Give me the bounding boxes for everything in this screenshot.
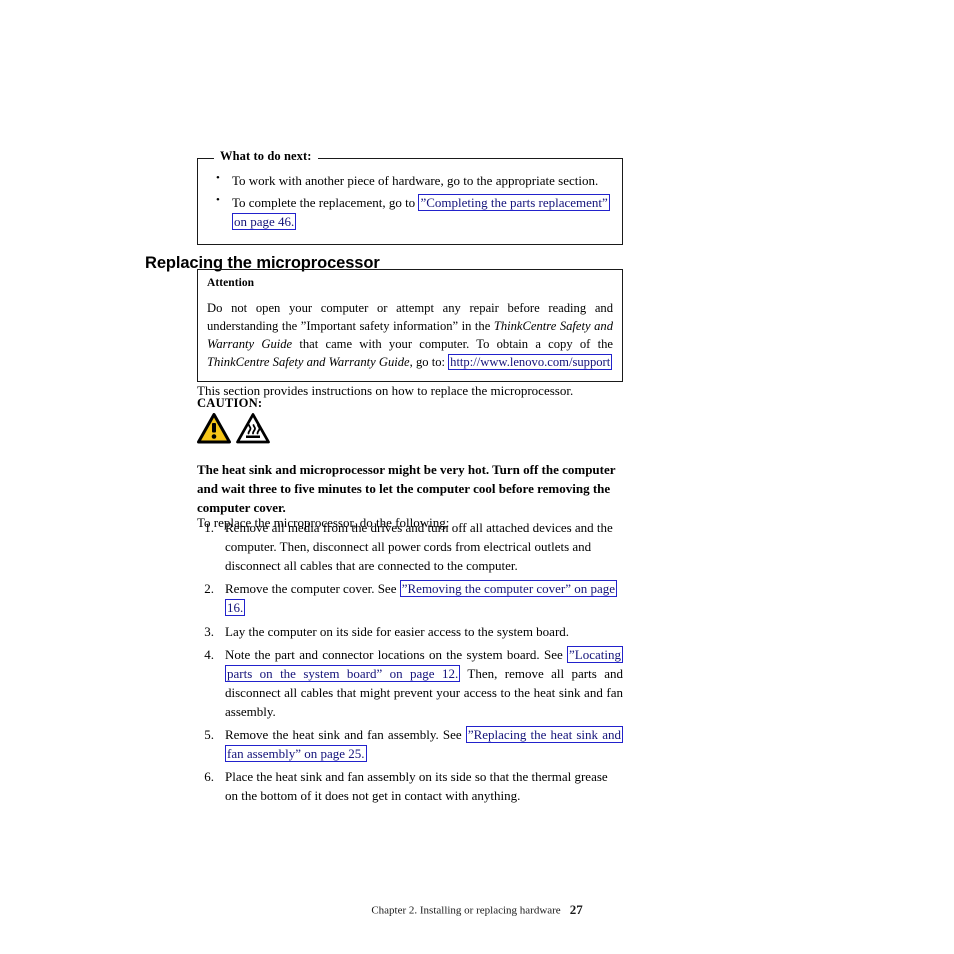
footer-page-number: 27 xyxy=(569,902,583,917)
list-item: Note the part and connector locations on… xyxy=(197,645,623,721)
caution-icon-group xyxy=(197,413,270,449)
support-url-link[interactable]: http://www.lenovo.com/support xyxy=(448,353,613,370)
what-to-do-next-box: What to do next: To work with another pi… xyxy=(197,150,623,245)
attention-title: Attention xyxy=(207,277,255,289)
document-page: What to do next: To work with another pi… xyxy=(0,0,954,954)
attention-text-3: , go to: xyxy=(409,354,449,369)
bullet-text: To work with another piece of hardware, … xyxy=(232,173,599,188)
what-to-do-next-list: To work with another piece of hardware, … xyxy=(210,170,610,232)
bullet-text: To complete the replacement, go to xyxy=(232,195,419,211)
procedure-step-list: Remove all media from the drives and tur… xyxy=(197,518,623,806)
step-text: Place the heat sink and fan assembly on … xyxy=(225,769,608,804)
step-text: Remove the computer cover. See xyxy=(225,581,400,597)
caution-label: CAUTION: xyxy=(197,396,263,410)
list-item: Lay the computer on its side for easier … xyxy=(197,622,623,641)
footer-chapter-text: Chapter 2. Installing or replacing hardw… xyxy=(371,904,561,917)
hot-surface-icon xyxy=(236,413,270,449)
page-footer: Chapter 2. Installing or replacing hardw… xyxy=(0,902,954,918)
list-item: Remove the heat sink and fan assembly. S… xyxy=(197,725,623,763)
attention-text-2: that came with your computer. To obtain … xyxy=(292,336,614,351)
list-item: To complete the replacement, go to ”Comp… xyxy=(210,192,610,231)
step-text: Remove the heat sink and fan assembly. S… xyxy=(225,727,466,743)
list-item: Place the heat sink and fan assembly on … xyxy=(197,767,623,805)
attention-box: Attention Do not open your computer or a… xyxy=(197,269,623,382)
list-item: Remove all media from the drives and tur… xyxy=(197,518,623,575)
what-to-do-next-legend: What to do next: xyxy=(214,150,318,163)
list-item: To work with another piece of hardware, … xyxy=(210,170,610,190)
list-item: Remove the computer cover. See ”Removing… xyxy=(197,579,623,617)
step-text: Note the part and connector locations on… xyxy=(225,646,568,662)
attention-body: Do not open your computer or attempt any… xyxy=(207,300,613,372)
warning-triangle-icon xyxy=(197,413,231,449)
guide-title-2: ThinkCentre Safety and Warranty Guide xyxy=(207,354,410,369)
step-text: Remove all media from the drives and tur… xyxy=(225,520,613,574)
caution-text: The heat sink and microprocessor might b… xyxy=(197,462,616,516)
step-text: Lay the computer on its side for easier … xyxy=(225,623,570,639)
